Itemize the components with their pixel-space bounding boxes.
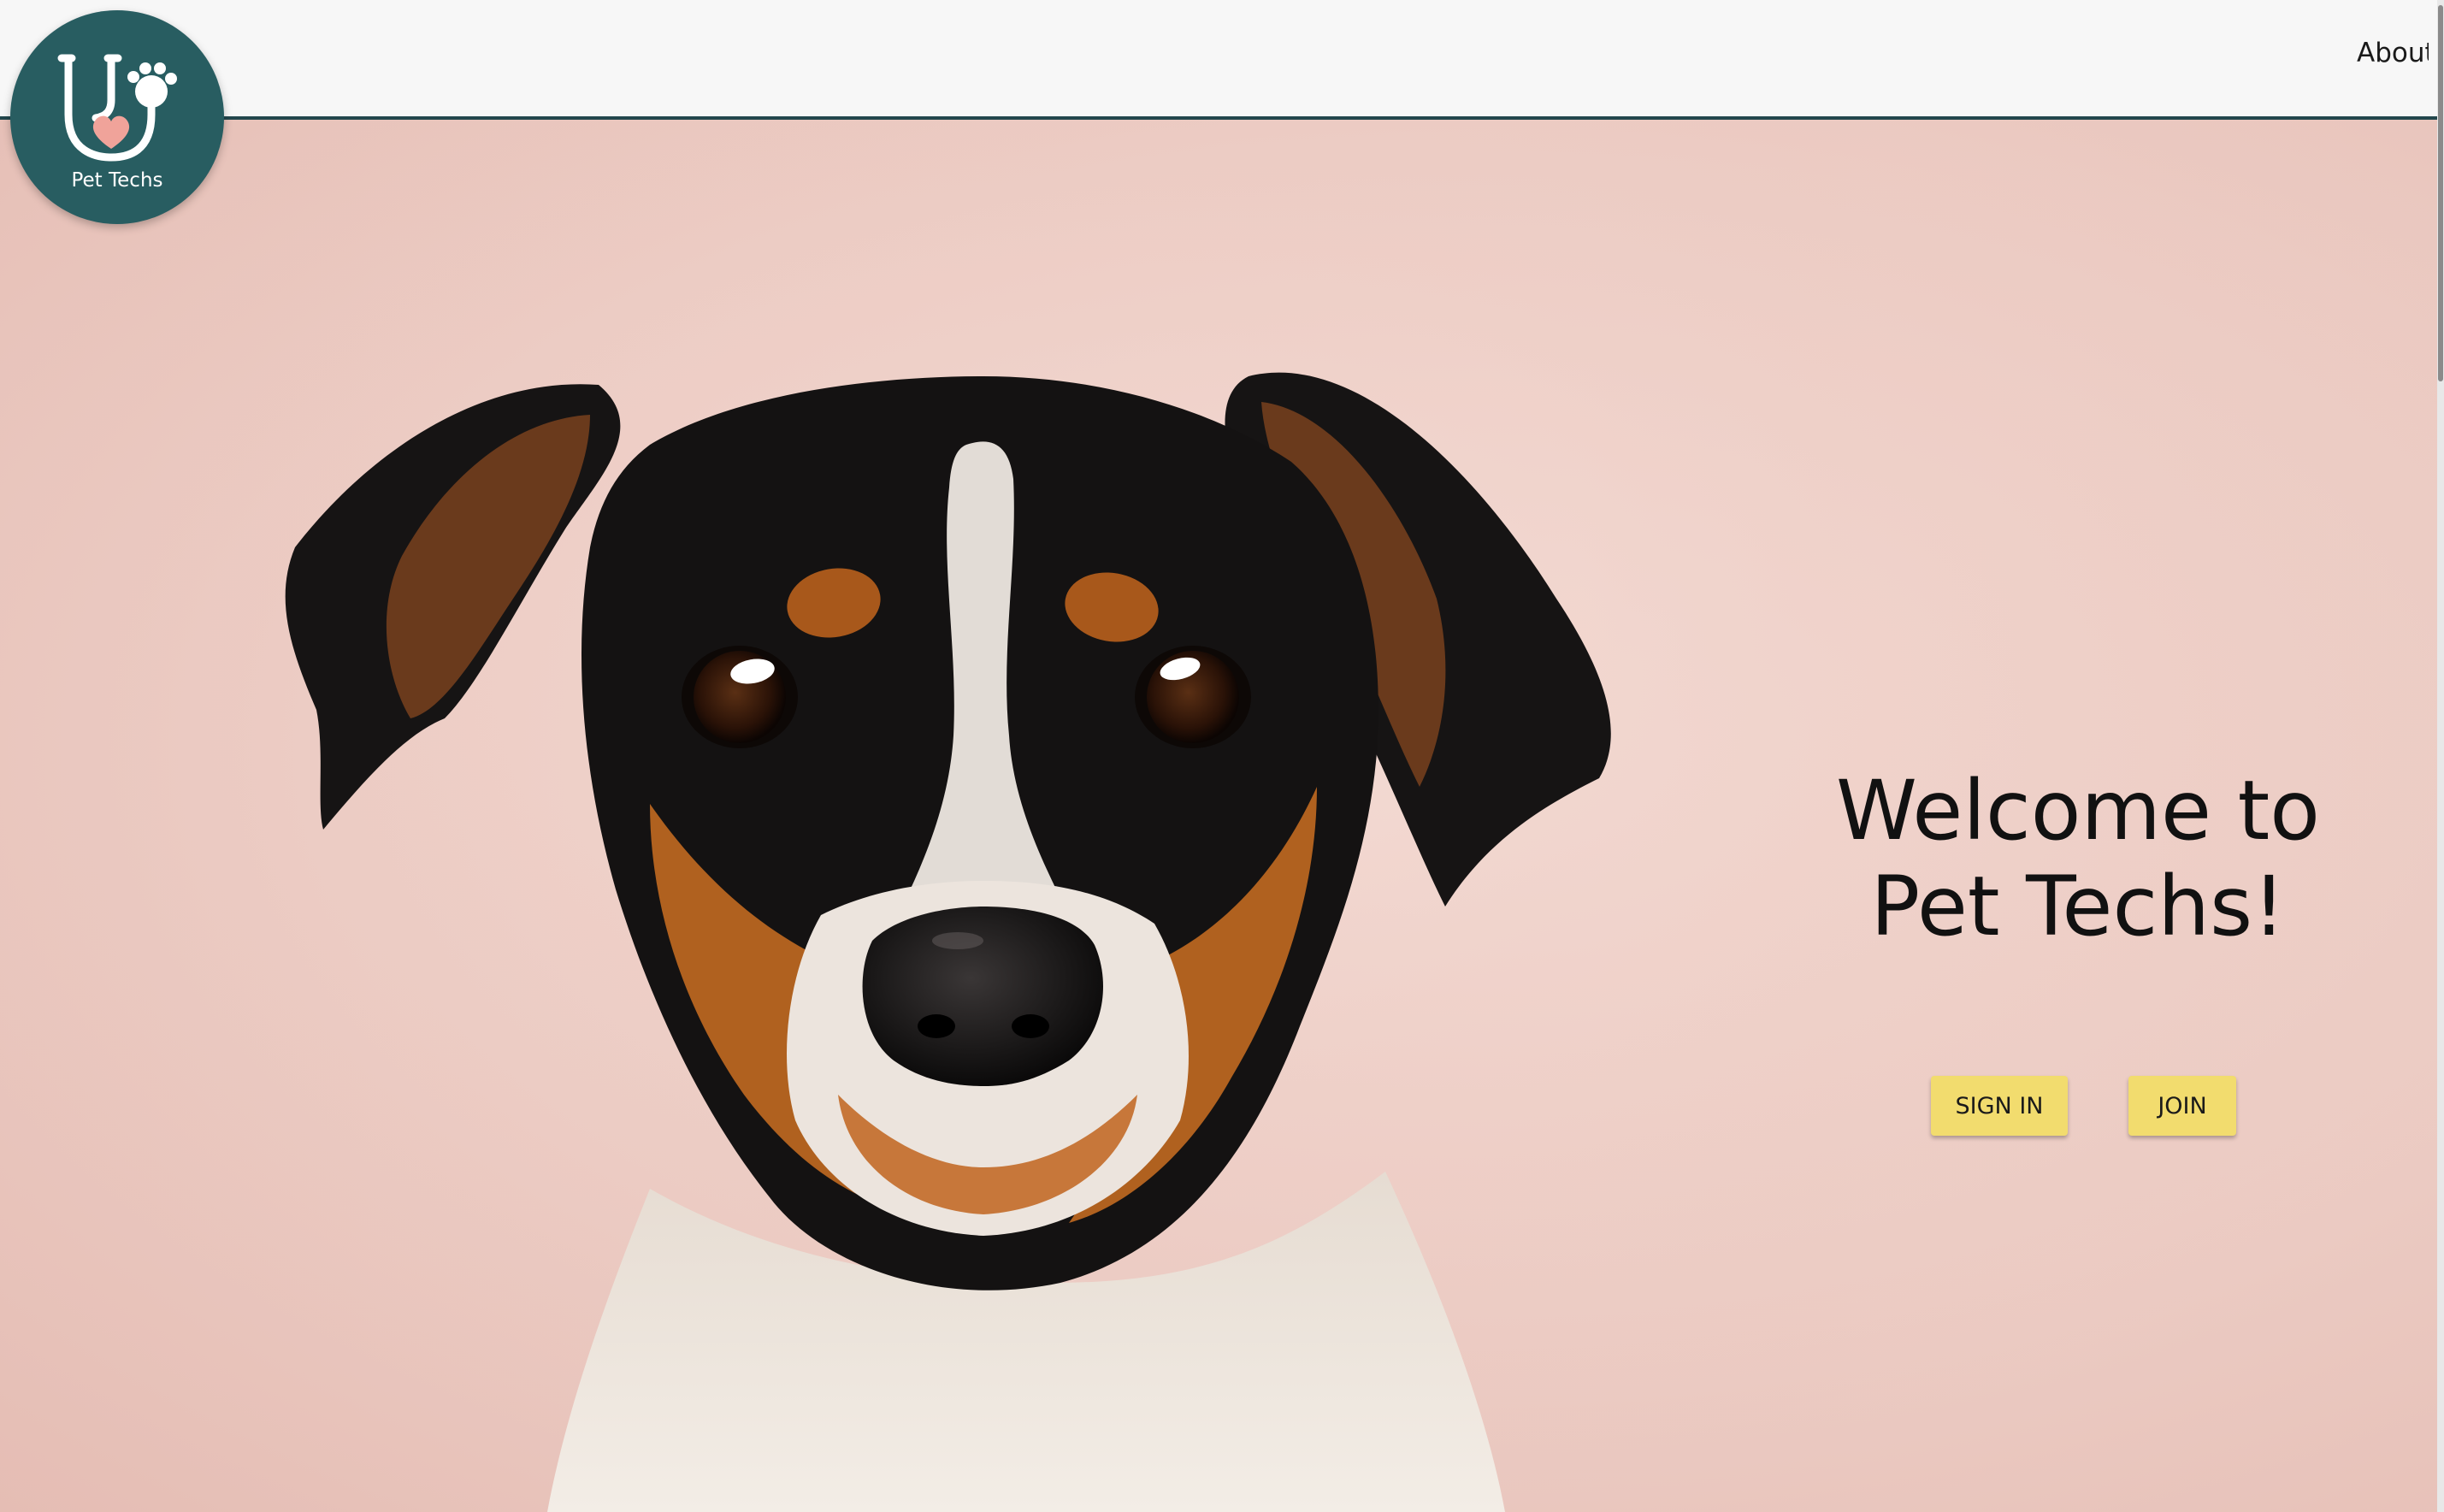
stethoscope-icon xyxy=(57,54,177,162)
scrollbar-thumb[interactable] xyxy=(2438,5,2443,381)
paw-icon xyxy=(127,62,177,108)
page: Welcome to Pet Techs! SIGN IN JOIN About… xyxy=(0,0,2444,1512)
logo-text: Pet Techs xyxy=(71,169,163,192)
join-button[interactable]: JOIN xyxy=(2128,1076,2236,1136)
logo[interactable]: Pet Techs xyxy=(10,10,224,224)
hero-section: Welcome to Pet Techs! SIGN IN JOIN xyxy=(0,120,2437,1512)
nav-link-about[interactable]: About xyxy=(2357,38,2429,68)
hero-title: Welcome to Pet Techs! xyxy=(1835,763,2320,954)
top-header: About xyxy=(0,0,2437,120)
scrollbar[interactable] xyxy=(2437,0,2444,1512)
heart-icon xyxy=(92,115,130,149)
sign-in-button[interactable]: SIGN IN xyxy=(1931,1076,2068,1136)
